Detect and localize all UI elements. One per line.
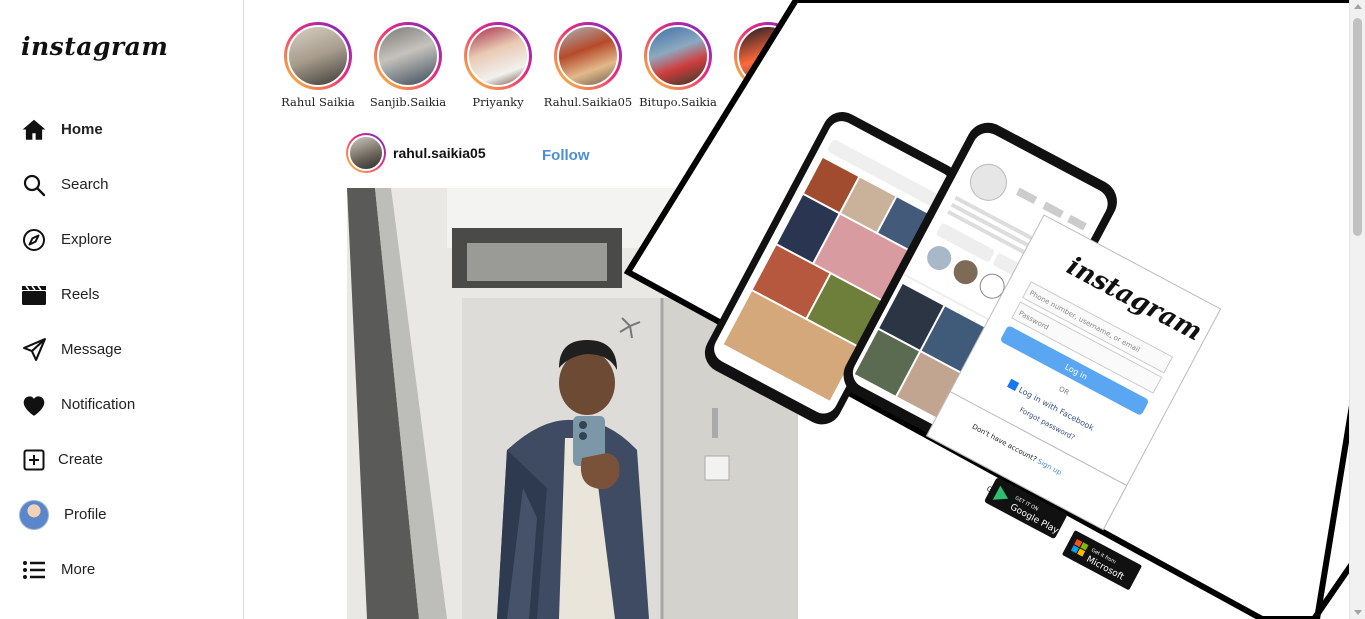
home-icon [21, 117, 47, 143]
sidebar-item-label: Reels [61, 286, 100, 303]
search-icon [21, 172, 47, 198]
scroll-up-arrow-icon[interactable] [1354, 4, 1362, 9]
sidebar-item-reels[interactable]: Reels [0, 267, 243, 322]
sidebar-item-label: Profile [64, 506, 107, 523]
paper-plane-icon [21, 337, 47, 363]
post-avatar[interactable] [346, 133, 386, 173]
story-item[interactable]: Rahul Saikia [281, 22, 355, 112]
story-avatar [377, 25, 439, 87]
post-header: rahul.saikia05 [346, 133, 486, 173]
story-item[interactable]: Priyanky [464, 22, 532, 112]
sidebar-item-label: Notification [61, 396, 136, 413]
sidebar-item-more[interactable]: More [0, 542, 243, 597]
plus-square-icon [21, 447, 47, 473]
story-item[interactable]: Rahul.Saikia05 [544, 22, 632, 112]
sidebar-item-message[interactable]: Message [0, 322, 243, 377]
sidebar-item-profile[interactable]: Profile [0, 487, 243, 542]
post-username[interactable]: rahul.saikia05 [393, 145, 486, 161]
list-icon [21, 557, 47, 583]
promo-illustration: instagram Phone number, username, or ema… [624, 0, 1365, 619]
story-ring [554, 22, 622, 90]
sidebar-item-label: More [61, 561, 96, 578]
compass-icon [21, 227, 47, 253]
avatar [19, 499, 49, 530]
instagram-logo[interactable]: instagram [21, 32, 168, 61]
sidebar-item-search[interactable]: Search [0, 157, 243, 212]
story-ring [374, 22, 442, 90]
promo-banner: instagram Phone number, username, or ema… [624, 0, 1365, 619]
vertical-scrollbar[interactable] [1349, 0, 1365, 619]
sidebar: instagram Home Search Explore Reels Mess… [0, 0, 244, 619]
clapperboard-icon [21, 282, 47, 308]
sidebar-item-label: Message [61, 341, 122, 358]
sidebar-item-label: Explore [61, 231, 112, 248]
story-username: Priyanky [472, 95, 524, 109]
story-username: Rahul.Saikia05 [543, 95, 633, 109]
scroll-down-arrow-icon[interactable] [1354, 610, 1362, 615]
story-item[interactable]: Sanjib.Saikia [370, 22, 446, 112]
story-avatar [287, 25, 349, 87]
sidebar-item-label: Search [61, 176, 109, 193]
story-username: Sanjib.Saikia [369, 95, 447, 109]
story-ring [284, 22, 352, 90]
follow-button[interactable]: Follow [542, 147, 590, 164]
sidebar-item-explore[interactable]: Explore [0, 212, 243, 267]
sidebar-item-home[interactable]: Home [0, 102, 243, 157]
story-avatar [467, 25, 529, 87]
sidebar-nav: Home Search Explore Reels Message Notifi… [0, 102, 243, 597]
heart-icon [21, 392, 47, 418]
story-avatar [557, 25, 619, 87]
story-ring [464, 22, 532, 90]
sidebar-item-notification[interactable]: Notification [0, 377, 243, 432]
sidebar-item-create[interactable]: Create [0, 432, 243, 487]
sidebar-item-label: Create [58, 451, 104, 468]
sidebar-item-label: Home [61, 121, 103, 138]
instagram-app: instagram Home Search Explore Reels Mess… [0, 0, 1365, 619]
story-username: Rahul Saikia [281, 95, 355, 109]
scroll-thumb[interactable] [1353, 18, 1362, 236]
